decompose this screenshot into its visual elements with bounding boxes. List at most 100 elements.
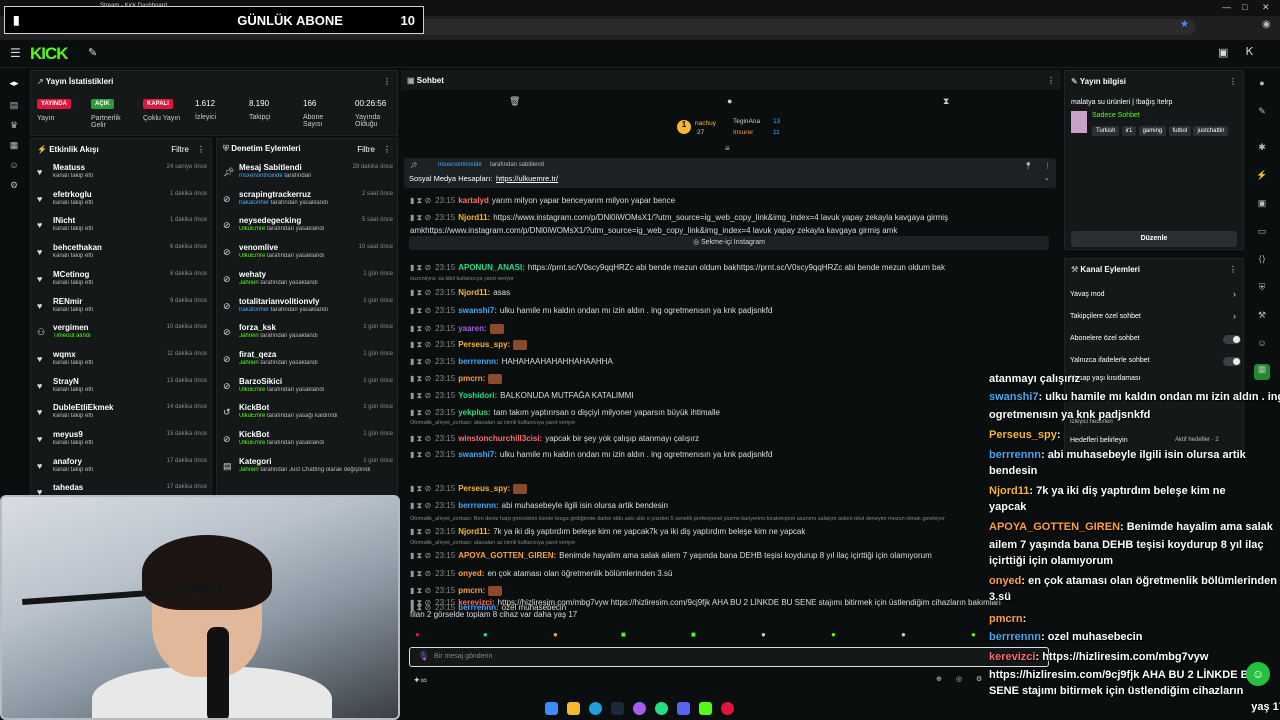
moderation-target[interactable]: Kategori xyxy=(239,457,271,466)
stream-mode[interactable]: Sadece Sohbet xyxy=(1092,112,1140,119)
chat-username[interactable]: berrrennn: xyxy=(458,357,498,366)
activity-item[interactable]: ♥ MCetinog kanalı takip etti 8 dakika önce xyxy=(37,268,207,294)
chat-username[interactable]: winstonchurchill3cisi: xyxy=(458,434,542,443)
activity-item[interactable]: ♥ RENmir kanalı takip etti 9 dakika önce xyxy=(37,295,207,321)
activity-item[interactable]: ♥ INicht kanalı takip etti 1 dakika önce xyxy=(37,214,207,240)
moderator-name[interactable]: msxenontrioxide xyxy=(239,173,283,179)
activity-username[interactable]: wqmx xyxy=(53,350,76,359)
moderator-name[interactable]: UlkuEmre xyxy=(239,253,265,259)
chrome-icon[interactable] xyxy=(721,702,734,715)
message-actions-icon[interactable]: ▮ ⧗ ⊘ xyxy=(410,263,431,272)
green-app-icon[interactable]: ▦ xyxy=(1254,364,1270,380)
emote-6-icon[interactable]: ● xyxy=(761,630,766,639)
message-actions-icon[interactable]: ▮ ⧗ ⊘ xyxy=(410,586,431,595)
moderation-target[interactable]: KickBot xyxy=(239,403,269,412)
chat-message[interactable]: ▮ ⧗ ⊘ 23:15 berrrennn: HAHAHAAHAHAHHAHAAHHA xyxy=(410,357,1050,367)
chat-username[interactable]: swanshi7: xyxy=(458,450,497,459)
moderator-name[interactable]: hakatonher xyxy=(239,200,269,206)
tag-chip[interactable]: justchattin xyxy=(1193,126,1229,136)
pinned-by-user[interactable]: msxenontrioxide xyxy=(438,162,482,168)
activity-item[interactable]: ♥ Meatuss kanalı takip etti 24 saniye önce xyxy=(37,161,207,187)
chat-message[interactable]: ▮ ⧗ ⊘ 23:15 Njord11: 7k ya iki diş yaptırdı… xyxy=(410,527,1050,537)
moderation-target[interactable]: forza_ksk xyxy=(239,323,276,332)
menu-icon[interactable]: ☰ xyxy=(10,46,21,60)
activity-username[interactable]: behcethakan xyxy=(53,243,102,252)
moderation-item[interactable]: ⊘ scrapingtrackerruz hakatonher tarafından… xyxy=(223,188,393,214)
set-goals-item[interactable]: Hedefleri belirleyin xyxy=(1070,437,1128,444)
code-icon[interactable]: ⟨⟩ xyxy=(1256,254,1268,266)
kick-k-icon[interactable]: Ꮶ xyxy=(1246,46,1254,59)
chat-username[interactable]: Njord11: xyxy=(458,213,490,222)
trophy-icon[interactable]: ♛ xyxy=(8,120,20,132)
activity-username[interactable]: INicht xyxy=(53,216,75,225)
message-actions-icon[interactable]: ▮ ⧗ ⊘ xyxy=(410,484,431,493)
pinned-more-icon[interactable]: ⋮ xyxy=(1044,162,1051,170)
moderation-item[interactable]: ↺ KickBot UlkuEmre tarafından yasağı kaldı… xyxy=(223,401,393,427)
activity-item[interactable]: ♥ behcethakan kanalı takip etti 6 dakika ön… xyxy=(37,241,207,267)
chat-option-1-icon[interactable]: ⊕ xyxy=(936,675,942,683)
top-user-1[interactable]: nachuy xyxy=(695,120,716,127)
top-user-3[interactable]: Insurer xyxy=(733,129,753,136)
emote-5-icon[interactable]: ■ xyxy=(691,630,696,639)
edge-icon[interactable] xyxy=(589,702,602,715)
chat-username[interactable]: swanshi7: xyxy=(458,306,497,315)
minimize-icon[interactable]: — xyxy=(1222,2,1231,12)
chat-message[interactable]: ▮ ⧗ ⊘ 23:15 Njord11: https://www.instagram.… xyxy=(410,213,1050,223)
chat-username[interactable]: pmcrn: xyxy=(458,374,485,383)
chat-username[interactable]: APOYA_GOTTEN_GIREN: xyxy=(458,551,556,560)
windows-start-icon[interactable] xyxy=(545,702,558,715)
chevron-right-icon[interactable]: › xyxy=(1233,289,1236,299)
chat-message[interactable]: ▮ ⧗ ⊘ 23:15 APOYA_GOTTEN_GIREN: Benimde hay… xyxy=(410,551,1050,561)
info-icon[interactable]: ● xyxy=(1256,78,1268,90)
moderation-target[interactable]: venomlive xyxy=(239,243,278,252)
activity-item[interactable]: ♥ DubleEtliEkmek kanalı takip etti 14 dakik… xyxy=(37,401,207,427)
chat-message[interactable]: ▮ ⧗ ⊘ 23:15 Perseus_spy: xyxy=(410,340,1050,350)
message-actions-icon[interactable]: ▮ ⧗ ⊘ xyxy=(410,569,431,578)
chat-message[interactable]: ▮ ⧗ ⊘ 23:15 pmcrn: xyxy=(410,374,1050,384)
activity-item[interactable]: ♥ StrayN kanalı takip etti 13 dakika önce xyxy=(37,375,207,401)
emote-only-toggle[interactable] xyxy=(1223,357,1241,366)
chat-message[interactable]: filan 2 görselde toplam 8 cihaz var daha… xyxy=(410,610,1050,619)
kick-logo[interactable]: KICK xyxy=(30,44,69,64)
chevron-down-icon[interactable]: ≡ xyxy=(725,144,730,153)
emote-9-icon[interactable]: ● xyxy=(971,630,976,639)
tag-chip[interactable]: futbol xyxy=(1168,126,1192,136)
emote-3-icon[interactable]: ● xyxy=(553,630,558,639)
activity-username[interactable]: StrayN xyxy=(53,377,79,386)
message-actions-icon[interactable]: ▮ ⧗ ⊘ xyxy=(410,288,431,297)
moderator-name[interactable]: Jahrein xyxy=(239,333,259,339)
profile-icon[interactable]: ◉ xyxy=(1262,19,1271,30)
chevron-right-icon[interactable]: › xyxy=(1233,311,1236,321)
tag-chip[interactable]: gaming xyxy=(1138,126,1167,136)
bookmark-star-icon[interactable]: ★ xyxy=(1180,19,1189,30)
chat-message[interactable]: ▮ ⧗ ⊘ 23:15 pmcrn: xyxy=(410,586,1050,596)
lightning-icon[interactable]: ⚡ xyxy=(1256,170,1268,182)
pinned-collapse-icon[interactable]: ⌄ xyxy=(1044,174,1050,182)
chat-message[interactable]: ▮ ⧗ ⊘ 23:15 Njord11: asas xyxy=(410,288,1050,298)
chat-username[interactable]: kartalyd xyxy=(458,196,489,205)
moderation-item[interactable]: ⊘ totalitarianvolitionvly hakatonher taraf… xyxy=(223,295,393,321)
obs-icon[interactable] xyxy=(633,702,646,715)
edit-stream-button[interactable]: Düzenle xyxy=(1071,231,1237,247)
instagram-embed-button[interactable]: ◎ Sekme-içi Instagram xyxy=(409,236,1049,250)
floating-green-button[interactable]: ☺ xyxy=(1246,662,1270,686)
unpin-icon[interactable]: 📍︎ xyxy=(1024,162,1033,170)
message-actions-icon[interactable]: ▮ ⧗ ⊘ xyxy=(410,324,431,333)
pinned-link[interactable]: https://ulkuemre.tr/ xyxy=(496,174,558,183)
message-actions-icon[interactable]: ▮ ⧗ ⊘ xyxy=(410,391,431,400)
activity-username[interactable]: anafory xyxy=(53,457,82,466)
chat-message[interactable]: ▮ ⧗ ⊘ 23:15 kerevizci: https://hizliresim.c… xyxy=(410,598,1050,608)
discord-icon[interactable] xyxy=(677,702,690,715)
active-goals[interactable]: Aktif hedefler · 2 xyxy=(1175,437,1219,443)
message-actions-icon[interactable]: ▮ ⧗ ⊘ xyxy=(410,408,431,417)
moderation-target[interactable]: wehaty xyxy=(239,270,266,279)
close-window-icon[interactable]: ✕ xyxy=(1262,2,1270,13)
tools-icon[interactable]: ⚒ xyxy=(1256,310,1268,322)
chat-username[interactable]: Njord11: xyxy=(458,288,490,297)
chat-settings-icon[interactable]: ● xyxy=(727,96,732,106)
theater-icon[interactable]: ▣ xyxy=(1218,46,1228,59)
moderator-name[interactable]: Jahrein xyxy=(239,280,259,286)
chat-input-box[interactable]: 🎙︎ Bir mesaj gönderin xyxy=(409,647,1049,667)
moderation-item[interactable]: ⊘ KickBot UlkuEmre tarafından yasaklandı 1 … xyxy=(223,428,393,454)
chat-tools-icon[interactable]: ✦∞ xyxy=(413,675,427,686)
